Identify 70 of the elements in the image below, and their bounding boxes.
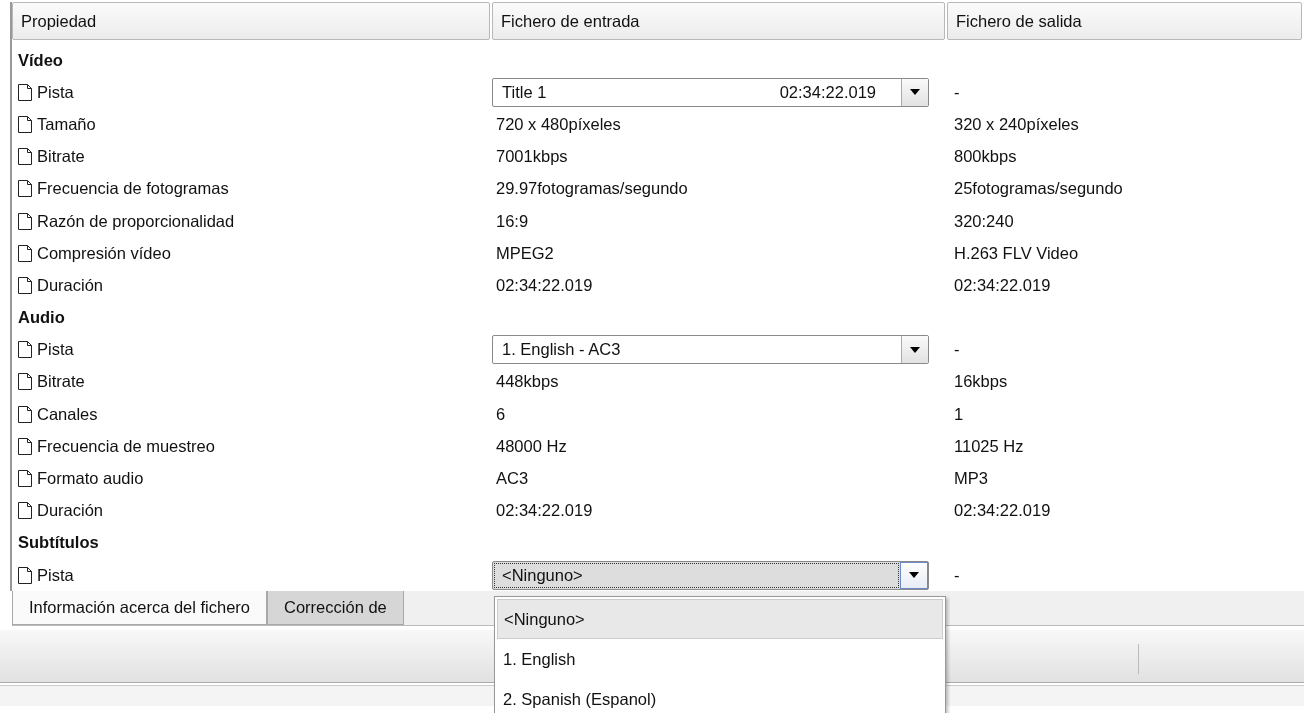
document-icon <box>18 115 32 133</box>
output-value: - <box>954 565 960 584</box>
property-label: Pista <box>37 340 74 360</box>
input-value: 02:34:22.019 <box>496 275 593 294</box>
document-icon <box>18 148 32 166</box>
property-label: Bitrate <box>37 147 85 167</box>
document-icon <box>18 566 32 584</box>
track-select[interactable]: <Ninguno> <box>492 560 929 590</box>
caret-icon <box>910 89 920 96</box>
column-header[interactable]: Fichero de entrada <box>492 2 945 40</box>
output-value: 02:34:22.019 <box>954 501 1051 520</box>
output-value: 11025 Hz <box>954 436 1024 455</box>
input-value: AC3 <box>496 469 529 488</box>
input-value: 02:34:22.019 <box>496 501 593 520</box>
document-icon <box>18 276 32 294</box>
property-label: Duración <box>37 275 104 295</box>
document-icon <box>18 470 32 488</box>
property-label: Frecuencia de fotogramas <box>37 179 229 199</box>
document-icon <box>18 83 32 101</box>
section-heading: Vídeo <box>18 50 63 70</box>
document-icon <box>18 244 32 262</box>
output-value: 16kbps <box>954 372 1008 391</box>
property-label: Razón de proporcionalidad <box>37 211 235 231</box>
input-value: 6 <box>496 404 506 423</box>
property-label: Duración <box>37 501 104 521</box>
document-icon <box>18 212 32 230</box>
dropdown-option[interactable]: 1. English <box>497 639 943 679</box>
output-value: - <box>954 340 960 359</box>
property-label: Formato audio <box>37 469 144 489</box>
input-value: 48000 Hz <box>496 436 567 455</box>
output-value: - <box>954 82 960 101</box>
input-value: 448kbps <box>496 372 559 391</box>
input-value: 29.97fotogramas/segundo <box>496 179 688 198</box>
property-label: Tamaño <box>37 114 96 134</box>
input-value: 16:9 <box>496 211 529 230</box>
property-label: Pista <box>37 565 74 585</box>
column-header[interactable]: Propiedad <box>12 2 490 40</box>
track-select[interactable]: Title 1 02:34:22.019 <box>492 77 929 107</box>
input-value: MPEG2 <box>496 243 554 262</box>
document-icon <box>18 180 32 198</box>
document-icon <box>18 437 32 455</box>
document-icon <box>18 405 32 423</box>
dropdown-option[interactable]: 2. Spanish (Espanol) <box>497 679 943 713</box>
track-select[interactable]: 1. English - AC3 <box>492 335 929 365</box>
caret-icon <box>910 346 920 353</box>
document-icon <box>18 373 32 391</box>
dropdown-option[interactable]: <Ninguno> <box>497 599 943 639</box>
output-value: 25fotogramas/segundo <box>954 179 1123 198</box>
output-value: 800kbps <box>954 147 1017 166</box>
output-value: 1 <box>954 404 964 423</box>
document-icon <box>18 341 32 359</box>
output-value: 320:240 <box>954 211 1014 230</box>
output-value: H.263 FLV Video <box>954 243 1079 262</box>
property-label: Pista <box>37 82 74 102</box>
tab[interactable]: Corrección de <box>267 591 404 626</box>
output-value: MP3 <box>954 469 988 488</box>
property-label: Frecuencia de muestreo <box>37 436 215 456</box>
output-value: 02:34:22.019 <box>954 275 1051 294</box>
document-icon <box>18 502 32 520</box>
property-label: Bitrate <box>37 372 85 392</box>
input-value: 720 x 480píxeles <box>496 114 621 133</box>
column-header[interactable]: Fichero de salida <box>947 2 1302 40</box>
input-value: 7001kbps <box>496 147 568 166</box>
property-label: Compresión vídeo <box>37 243 171 263</box>
tab[interactable]: Información acerca del fichero <box>12 591 268 626</box>
output-value: 320 x 240píxeles <box>954 114 1079 133</box>
section-heading: Audio <box>18 308 65 328</box>
property-label: Canales <box>37 404 98 424</box>
caret-icon <box>909 572 919 579</box>
section-heading: Subtítulos <box>18 533 99 553</box>
